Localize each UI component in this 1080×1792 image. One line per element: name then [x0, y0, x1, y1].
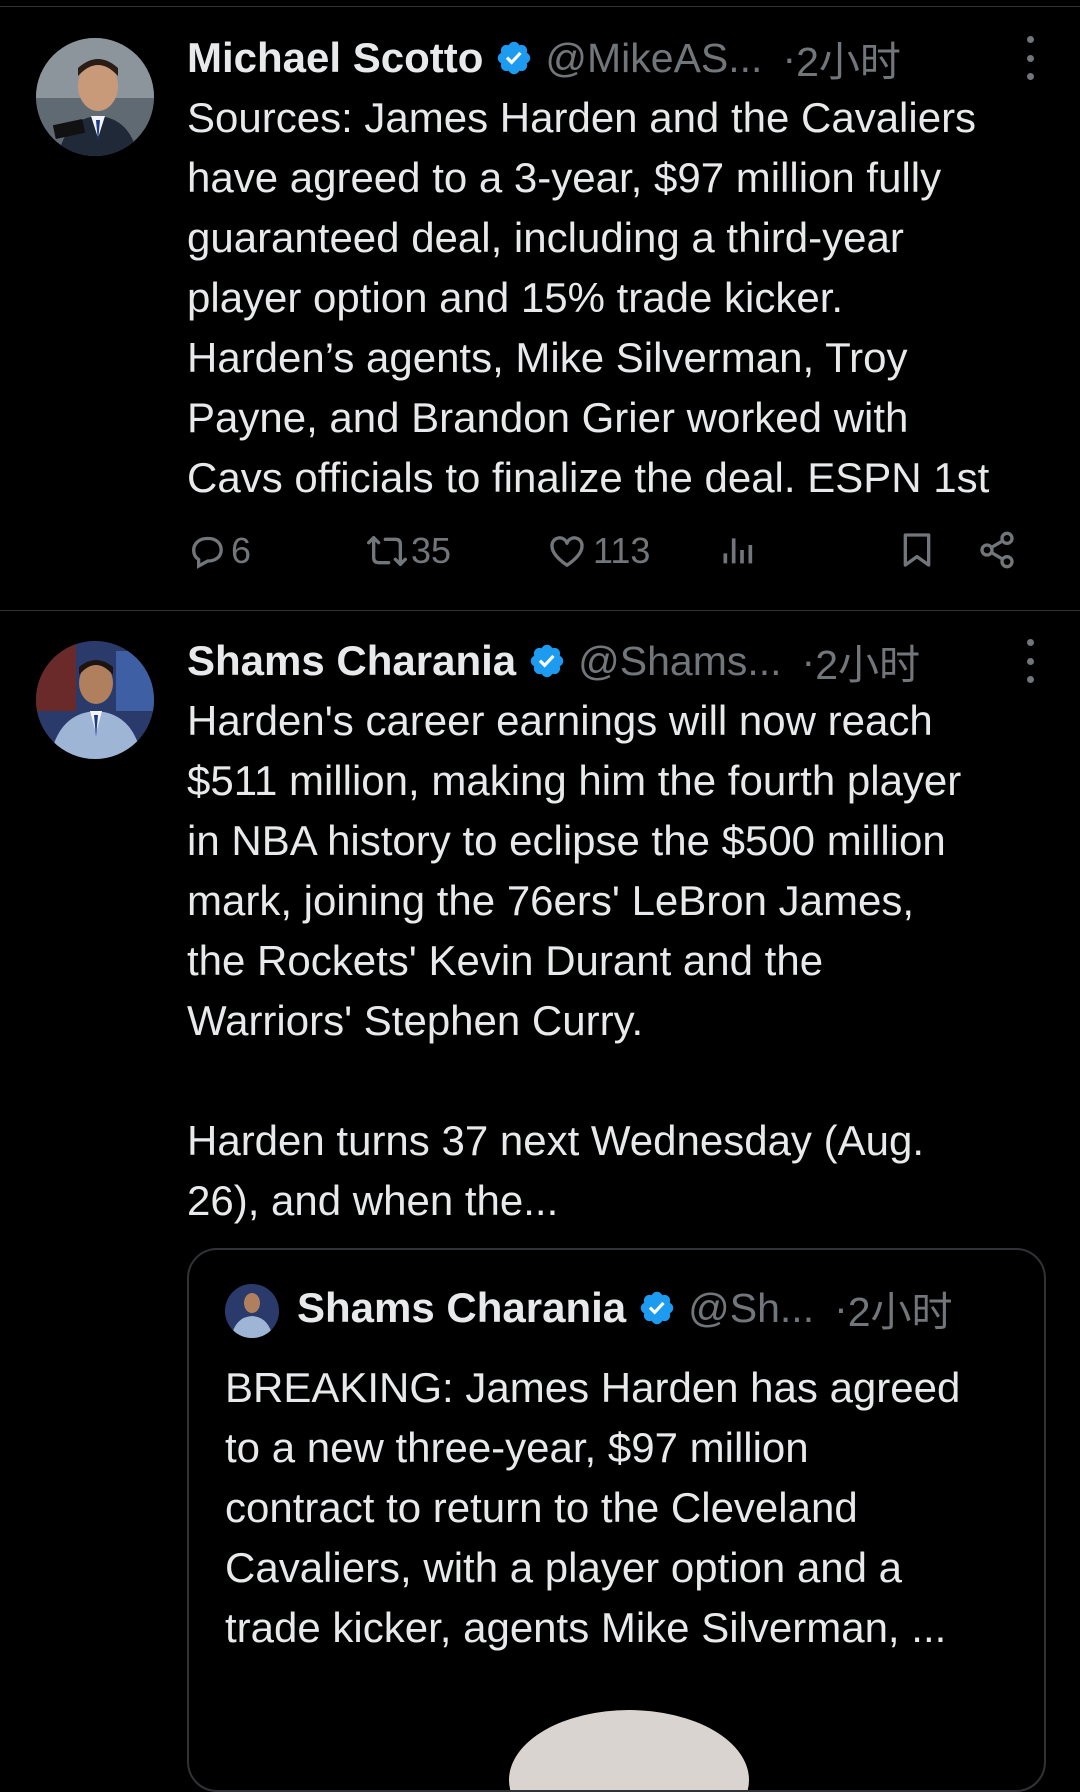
verified-badge-icon [640, 1291, 674, 1325]
separator-dot: · [834, 1284, 848, 1331]
quoted-author-handle: @Sh... [688, 1284, 815, 1331]
quoted-tweet[interactable]: Shams Charania @Sh... · 2小时 BREAKING: Ja… [187, 1248, 1046, 1792]
quoted-author-name: Shams Charania [297, 1284, 627, 1331]
reply-count: 6 [231, 530, 252, 571]
repost-button[interactable]: 35 [365, 530, 451, 572]
quoted-text: BREAKING: James Harden has agreed to a n… [225, 1364, 961, 1651]
more-dots-icon[interactable] [1020, 36, 1040, 80]
separator-dot: · [801, 637, 816, 684]
reply-icon [191, 536, 223, 569]
quoted-media-image[interactable] [509, 1710, 749, 1790]
quoted-header: Shams Charania @Sh... · 2小时 [297, 1278, 1014, 1338]
tweet-shams-charania[interactable]: Shams Charania @Shams... · 2小时 Harden's … [0, 611, 1080, 1792]
separator-dot: · [782, 34, 797, 81]
views-icon [723, 538, 753, 564]
tweet-text: Harden's career earnings will now reach … [187, 697, 962, 1224]
repost-icon [366, 536, 407, 566]
tweet-header: Michael Scotto @MikeAS... · 2小时 [187, 28, 1040, 88]
action-bar: 6 35 113 [187, 530, 1027, 586]
more-dots-icon[interactable] [1020, 639, 1040, 683]
avatar-michael-scotto[interactable] [36, 38, 154, 156]
bookmark-button[interactable] [897, 530, 937, 570]
author-name[interactable]: Shams Charania [187, 637, 516, 685]
avatar-shams-charania[interactable] [36, 641, 154, 759]
share-button[interactable] [977, 530, 1017, 570]
reply-button[interactable]: 6 [187, 530, 251, 572]
timestamp[interactable]: 2小时 [796, 28, 901, 88]
timestamp[interactable]: 2小时 [815, 631, 920, 691]
repost-count: 35 [411, 530, 452, 571]
verified-badge-icon [530, 644, 564, 678]
tweet-header: Shams Charania @Shams... · 2小时 [187, 631, 1040, 691]
author-name[interactable]: Michael Scotto [187, 34, 483, 82]
bookmark-icon [903, 533, 931, 567]
author-handle[interactable]: @MikeAS... [545, 35, 762, 82]
tweet-michael-scotto[interactable]: Michael Scotto @MikeAS... · 2小时 Sources:… [0, 0, 1080, 611]
tweet-text: Sources: James Harden and the Cavaliers … [187, 94, 990, 501]
quoted-avatar [225, 1284, 279, 1338]
quoted-timestamp: 2小时 [847, 1289, 953, 1335]
like-button[interactable]: 113 [547, 530, 650, 572]
share-icon [980, 531, 1014, 569]
verified-badge-icon [498, 41, 531, 75]
heart-icon [550, 536, 584, 567]
like-count: 113 [593, 530, 651, 571]
views-button[interactable] [717, 530, 757, 570]
author-handle[interactable]: @Shams... [578, 638, 781, 685]
